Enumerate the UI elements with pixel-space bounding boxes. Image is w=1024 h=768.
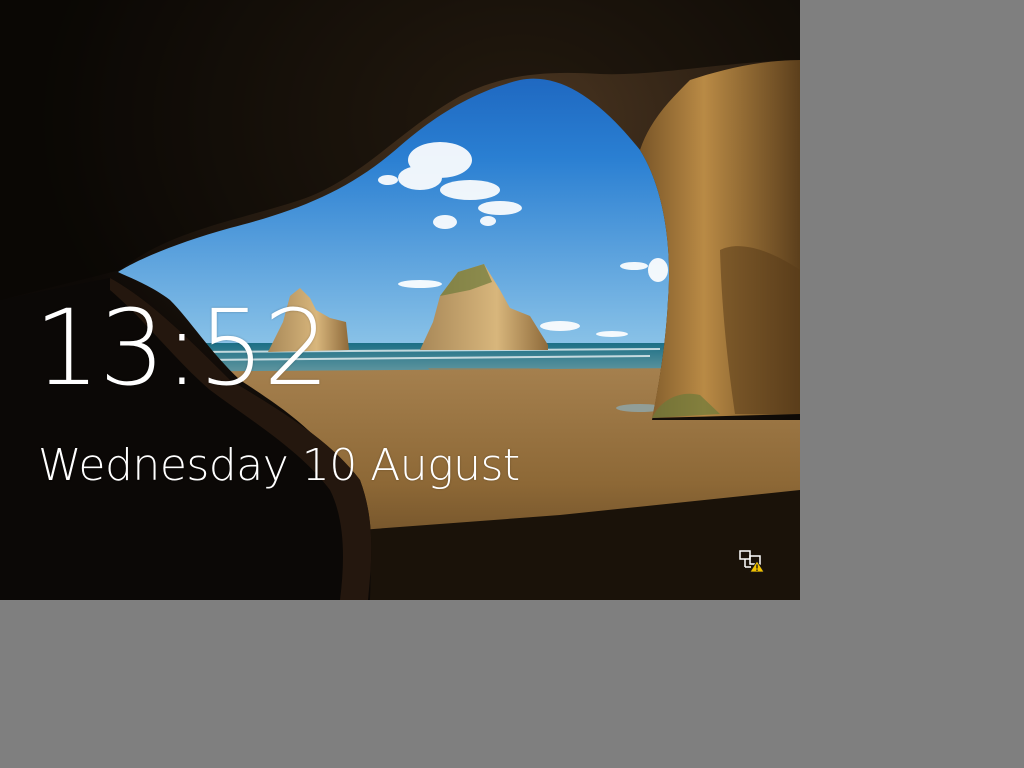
lock-screen-clock: 13:52 xyxy=(34,287,330,409)
lock-screen[interactable]: 13:52 Wednesday 10 August xyxy=(0,0,800,600)
network-warning-icon xyxy=(739,550,765,573)
lock-screen-date: Wednesday 10 August xyxy=(38,440,520,491)
network-status-button[interactable] xyxy=(738,549,766,573)
